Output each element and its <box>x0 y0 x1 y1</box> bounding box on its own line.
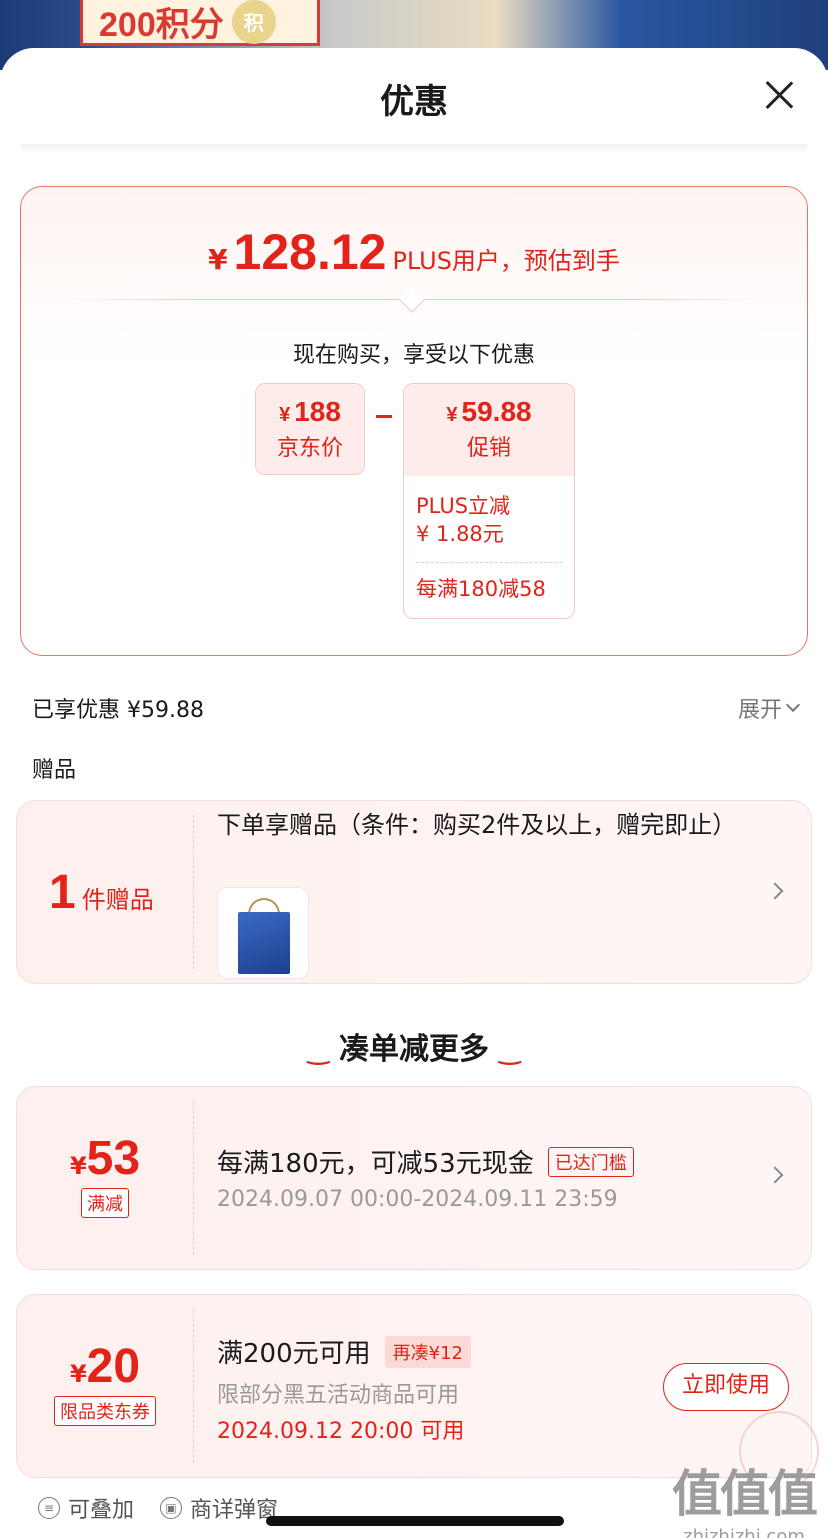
popup-icon: ▣ <box>160 1497 182 1519</box>
card-divider <box>193 1309 194 1463</box>
promo-detail: PLUS立减 ¥ 1.88元 每满180减58 <box>404 476 574 603</box>
promo-currency: ¥ <box>446 404 458 426</box>
promo-box: ¥59.88 促销 PLUS立减 ¥ 1.88元 每满180减58 <box>403 383 575 619</box>
coupon-number: 53 <box>86 1132 141 1185</box>
gift-count-unit: 件赠品 <box>81 886 154 914</box>
plus-discount-value: ¥ 1.88元 <box>416 522 504 546</box>
gift-thumbnail[interactable] <box>217 887 309 979</box>
add-more-badge: 再凑¥12 <box>384 1335 471 1368</box>
background-banner-text: 200积分 <box>99 6 224 44</box>
coupon-amount: ¥53 满减 <box>17 1131 193 1218</box>
chevron-down-icon <box>785 697 801 713</box>
promo-separator <box>416 562 562 563</box>
buy-now-text: 现在购买，享受以下优惠 <box>292 343 535 368</box>
coupon-amount-value: ¥53 <box>17 1131 193 1186</box>
final-price-amount: 128.12 <box>233 224 387 280</box>
jd-price-top: ¥188 京东价 <box>256 384 364 474</box>
coupon-number: 20 <box>86 1340 141 1393</box>
jd-price-box: ¥188 京东价 <box>255 383 365 475</box>
expand-label: 展开 <box>737 698 782 723</box>
stack-icon: ≡ <box>38 1497 60 1519</box>
coupon-scope: 限部分黑五活动商品可用 <box>217 1383 460 1408</box>
jd-price-label: 京东价 <box>276 436 343 461</box>
expand-button[interactable]: 展开 <box>737 692 801 724</box>
coupon-time: 2024.09.07 00:00-2024.09.11 23:59 <box>217 1187 618 1212</box>
coupon-amount: ¥20 限品类东券 <box>17 1339 193 1426</box>
home-indicator[interactable] <box>266 1516 564 1526</box>
coupon-card[interactable]: ¥53 满减 每满180元，可减53元现金 已达门槛 2024.09.07 00… <box>16 1086 812 1270</box>
promo-top: ¥59.88 促销 <box>404 384 574 476</box>
jd-price-value: ¥188 <box>256 384 364 428</box>
gift-description: 下单享赠品（条件：购买2件及以上，赠完即止） <box>217 811 737 839</box>
divider-notch <box>399 287 425 313</box>
stackable-label: 可叠加 <box>68 1498 135 1523</box>
gift-section-title: 赠品 <box>32 758 77 783</box>
background-banner: 200积分 积 <box>80 0 320 46</box>
final-price: ¥128.12 PLUS用户，预估到手 <box>21 223 807 281</box>
popup-label: 商详弹窗 <box>190 1498 279 1523</box>
coupon-title: 满200元可用 再凑¥12 <box>217 1333 471 1370</box>
promo-label: 促销 <box>466 436 511 461</box>
discount-sheet: 优惠 ¥128.12 PLUS用户，预估到手 现在购买，享受以下优惠 ¥188 京… <box>0 48 828 1538</box>
enjoyed-discount: 已享优惠 ¥59.88 <box>32 698 204 723</box>
sheet-header: 优惠 <box>0 48 828 144</box>
coupon-title: 每满180元，可减53元现金 已达门槛 <box>217 1143 634 1180</box>
gift-bag-image <box>238 912 290 974</box>
chevron-right-icon <box>766 882 784 900</box>
price-card: ¥128.12 PLUS用户，预估到手 现在购买，享受以下优惠 ¥188 京东价 … <box>20 186 808 656</box>
coupon-type-tag: 满减 <box>81 1188 129 1218</box>
gift-card[interactable]: 1 件赠品 下单享赠品（条件：购买2件及以上，赠完即止） <box>16 800 812 984</box>
gift-count-number: 1 <box>49 866 76 919</box>
header-divider <box>20 144 808 152</box>
coupon-currency: ¥ <box>69 1152 87 1180</box>
minus-sign <box>376 415 392 418</box>
more-section-label: 凑单减更多 <box>339 1032 489 1067</box>
coupon-card: ¥20 限品类东券 满200元可用 再凑¥12 限部分黑五活动商品可用 2024… <box>16 1294 819 1491</box>
card-divider <box>193 815 194 969</box>
coupon-currency: ¥ <box>69 1360 87 1388</box>
coupon-amount-value: ¥20 <box>17 1339 193 1394</box>
smile-deco-icon: ‿ <box>307 1036 329 1066</box>
promo-number: 59.88 <box>461 396 532 427</box>
close-icon[interactable] <box>764 80 794 110</box>
final-price-currency: ¥ <box>208 243 228 276</box>
stackable-item[interactable]: ≡ 可叠加 <box>38 1492 134 1524</box>
threshold-badge: 已达门槛 <box>547 1146 634 1177</box>
coin-icon: 积 <box>231 0 276 44</box>
coupon-available-time: 2024.09.12 20:00 可用 <box>217 1419 465 1444</box>
page-title: 优惠 <box>380 82 448 122</box>
watermark: 值值值 zhizhizhi.com <box>672 1454 818 1538</box>
watermark-logo-text: 值值值 <box>672 1465 818 1523</box>
jd-price-number: 188 <box>294 396 341 427</box>
watermark-url: zhizhizhi.com <box>683 1526 805 1538</box>
use-now-button[interactable]: 立即使用 <box>663 1363 789 1411</box>
card-divider <box>193 1101 194 1255</box>
promo-value: ¥59.88 <box>404 384 574 428</box>
coupon-title-text: 满200元可用 <box>217 1339 371 1369</box>
popup-item[interactable]: ▣ 商详弹窗 <box>160 1492 278 1524</box>
gift-count: 1 件赠品 <box>49 865 154 920</box>
more-section-title: ‿ 凑单减更多 ‿ <box>0 1024 828 1068</box>
final-price-desc: PLUS用户，预估到手 <box>392 247 620 275</box>
coupon-title-text: 每满180元，可减53元现金 <box>217 1149 534 1179</box>
coupon-type-tag: 限品类东券 <box>54 1396 156 1426</box>
jd-price-currency: ¥ <box>279 404 291 426</box>
chevron-right-icon <box>766 1166 784 1184</box>
smile-deco-icon: ‿ <box>499 1036 521 1066</box>
plus-discount-label: PLUS立减 <box>416 494 511 518</box>
full-reduction-rule: 每满180减58 <box>416 577 546 601</box>
